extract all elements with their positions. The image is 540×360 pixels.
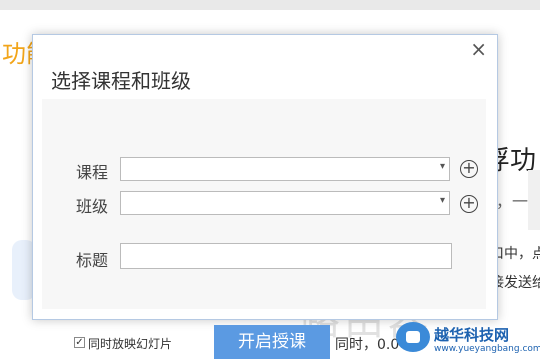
title-input[interactable] (120, 243, 452, 269)
dialog-body: 课程 ▾ + 班级 ▾ + 标题 ✓ 同时放映幻灯片 开启授课 (42, 99, 486, 359)
course-select[interactable]: ▾ (120, 157, 450, 181)
logo-name: 越华科技网 (434, 326, 510, 344)
title-label: 标题 (76, 251, 109, 270)
close-icon[interactable]: × (470, 39, 487, 59)
add-class-button[interactable]: + (460, 195, 478, 213)
class-label: 班级 (76, 197, 109, 216)
course-label: 课程 (76, 163, 109, 182)
site-logo: 越华科技网 www.yueyangbang.com (390, 318, 540, 360)
chevron-down-icon: ▾ (439, 161, 445, 172)
logo-url: www.yueyangbang.com (434, 344, 540, 354)
add-course-button[interactable]: + (460, 160, 478, 178)
sync-slides-label: 同时放映幻灯片 (88, 337, 173, 351)
chevron-down-icon: ▾ (439, 195, 445, 206)
dialog-title: 选择课程和班级 (51, 69, 191, 93)
logo-icon (396, 322, 430, 352)
background-top-bar (0, 0, 540, 10)
background-side-panel (528, 170, 540, 230)
class-select[interactable]: ▾ (120, 191, 450, 215)
start-teaching-button[interactable]: 开启授课 (214, 325, 330, 359)
select-course-class-dialog: × 选择课程和班级 课程 ▾ + 班级 ▾ + 标题 ✓ 同时放映幻灯片 开启授… (32, 34, 498, 359)
sync-slides-checkbox[interactable]: ✓ (74, 337, 85, 348)
